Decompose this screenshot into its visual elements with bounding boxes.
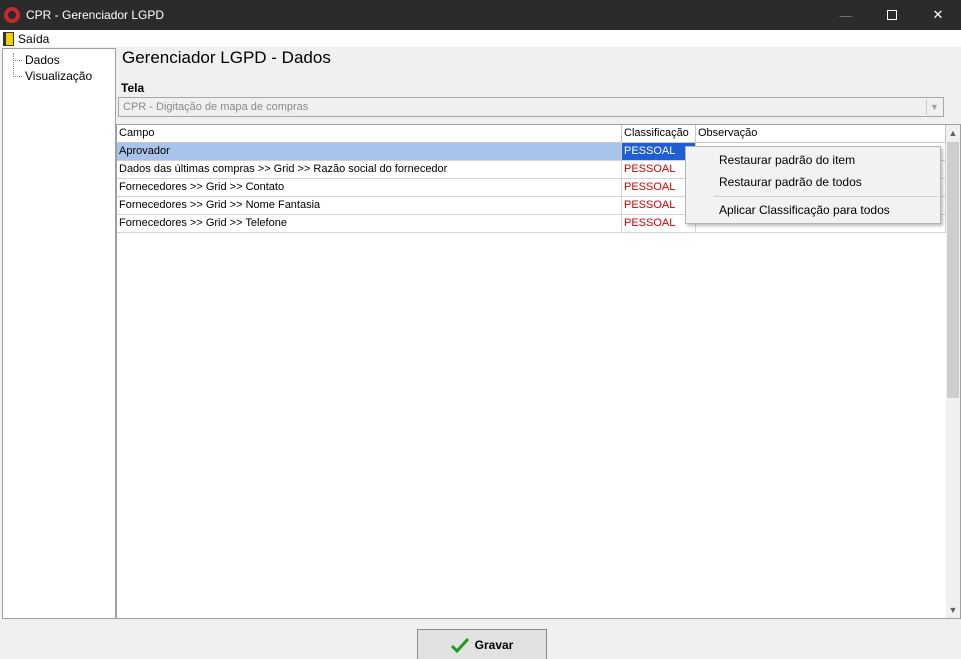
check-icon xyxy=(450,637,469,653)
scroll-up-icon[interactable]: ▲ xyxy=(946,125,960,141)
maximize-button[interactable] xyxy=(869,0,915,30)
column-header-observacao[interactable]: Observação xyxy=(696,125,946,143)
page-title: Gerenciador LGPD - Dados xyxy=(122,48,331,67)
tela-select[interactable]: CPR - Digitação de mapa de compras ▼ xyxy=(118,97,944,117)
scroll-down-icon[interactable]: ▼ xyxy=(946,602,960,618)
column-header-campo[interactable]: Campo xyxy=(117,125,622,143)
window-controls: — ✕ xyxy=(823,0,961,30)
minimize-button[interactable]: — xyxy=(823,0,869,30)
tela-label: Tela xyxy=(121,81,145,95)
title-bar: CPR - Gerenciador LGPD — ✕ xyxy=(0,0,961,30)
dropdown-arrow-icon[interactable]: ▼ xyxy=(926,99,942,115)
tela-select-value: CPR - Digitação de mapa de compras xyxy=(123,101,309,113)
cell-campo[interactable]: Fornecedores >> Grid >> Contato xyxy=(117,179,622,196)
menu-exit[interactable]: Saída xyxy=(18,32,49,46)
menu-item-restore-all[interactable]: Restaurar padrão de todos xyxy=(719,175,862,189)
close-button[interactable]: ✕ xyxy=(915,0,961,30)
save-button[interactable]: Gravar xyxy=(417,629,547,659)
tree-item-visualizacao[interactable]: Visualização xyxy=(3,68,115,84)
context-menu: Restaurar padrão do item Restaurar padrã… xyxy=(685,146,941,224)
grid-header: Campo Classificação Observação xyxy=(117,125,946,143)
maximize-icon xyxy=(887,10,897,20)
menu-item-restore-item[interactable]: Restaurar padrão do item xyxy=(719,153,855,167)
navigation-tree: Dados Visualização xyxy=(2,48,116,619)
menu-item-apply-classification-all[interactable]: Aplicar Classificação para todos xyxy=(719,203,890,217)
exit-door-icon xyxy=(3,31,14,46)
column-header-classificacao[interactable]: Classificação xyxy=(622,125,696,143)
cell-campo[interactable]: Fornecedores >> Grid >> Telefone xyxy=(117,215,622,232)
vertical-scrollbar[interactable]: ▲ ▼ xyxy=(946,125,960,618)
cell-campo[interactable]: Fornecedores >> Grid >> Nome Fantasia xyxy=(117,197,622,214)
menu-bar: Saída xyxy=(0,30,961,47)
app-logo-icon xyxy=(4,7,20,23)
menu-separator xyxy=(714,196,937,197)
tree-item-dados[interactable]: Dados xyxy=(3,52,115,68)
cell-campo[interactable]: Aprovador xyxy=(117,143,622,160)
scroll-thumb[interactable] xyxy=(947,142,959,398)
minimize-icon: — xyxy=(839,7,853,23)
close-icon: ✕ xyxy=(932,7,944,22)
cell-campo[interactable]: Dados das últimas compras >> Grid >> Raz… xyxy=(117,161,622,178)
save-button-label: Gravar xyxy=(474,638,514,652)
window-title: CPR - Gerenciador LGPD xyxy=(26,8,165,22)
